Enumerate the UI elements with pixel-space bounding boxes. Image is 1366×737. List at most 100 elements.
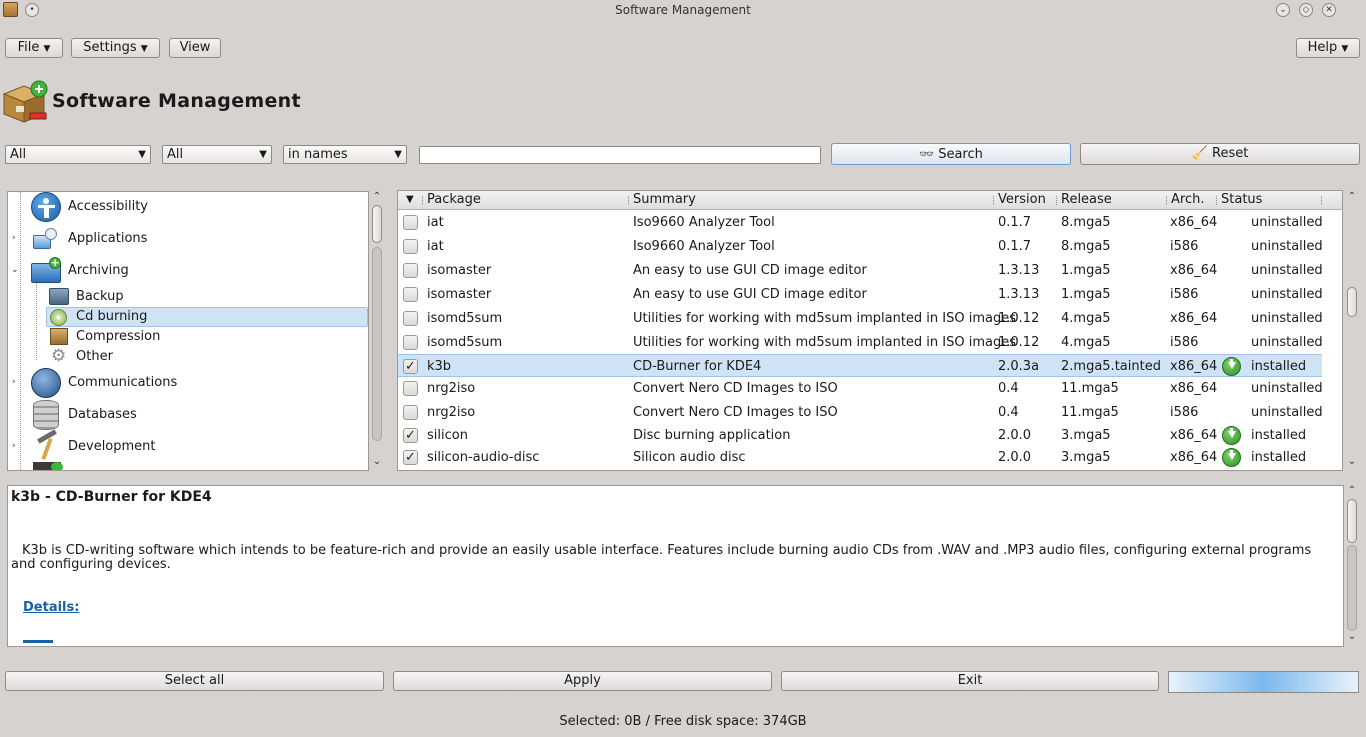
apply-button[interactable]: Apply (393, 671, 772, 691)
column-separator[interactable] (422, 196, 424, 205)
scroll-up-icon[interactable]: ⌃ (370, 191, 384, 202)
category-item-compression[interactable]: Compression (76, 327, 160, 347)
help-menu-button[interactable]: Help ▼ (1296, 38, 1360, 58)
collapse-arrow-icon[interactable]: ⌄ (11, 265, 19, 275)
column-separator[interactable] (628, 196, 630, 205)
reset-button[interactable]: 🧹 Reset (1080, 143, 1360, 165)
column-separator[interactable] (1166, 196, 1168, 205)
expand-arrow-icon[interactable]: › (12, 377, 16, 387)
table-row[interactable]: ✓ k3b CD-Burner for KDE4 2.0.3a 2.mga5.taint… (398, 354, 1322, 377)
column-header-package[interactable]: Package (427, 192, 481, 207)
package-table-scrollbar[interactable]: ⌃ ⌄ (1345, 191, 1359, 471)
description-scrollbar[interactable]: ⌃ ⌄ (1345, 485, 1359, 647)
column-separator[interactable] (1216, 196, 1218, 205)
unchecked-checkbox[interactable] (403, 215, 418, 230)
table-row[interactable]: nrg2iso Convert Nero CD Images to ISO 0.4 1… (398, 401, 1323, 424)
column-header-summary[interactable]: Summary (633, 192, 696, 207)
maximize-button[interactable]: ◇ (1299, 3, 1313, 17)
search-mode-select[interactable]: in names ▼ (283, 145, 407, 164)
cell-summary: CD-Burner for KDE4 (633, 359, 762, 374)
expand-arrow-icon[interactable]: › (12, 441, 16, 451)
table-row[interactable]: nrg2iso Convert Nero CD Images to ISO 0.4 1… (398, 377, 1323, 400)
unchecked-checkbox[interactable] (403, 335, 418, 350)
cell-release: 4.mga5 (1061, 335, 1111, 350)
scrollbar-thumb[interactable] (372, 205, 382, 243)
category-item-applications[interactable]: Applications (68, 229, 147, 249)
scroll-up-icon[interactable]: ⌃ (1345, 191, 1359, 202)
minimize-button[interactable]: ⌄ (1276, 3, 1290, 17)
unchecked-checkbox[interactable] (403, 381, 418, 396)
scrollbar-track[interactable] (372, 247, 382, 441)
column-separator[interactable] (993, 196, 995, 205)
communications-icon (31, 368, 61, 398)
search-button[interactable]: 👓 Search (831, 143, 1071, 165)
category-label: Cd burning (76, 309, 148, 324)
category-tree-scrollbar[interactable]: ⌃ ⌄ (370, 191, 384, 471)
table-row[interactable]: isomd5sum Utilities for working with md5s… (398, 331, 1323, 354)
column-header-release[interactable]: Release (1061, 192, 1112, 207)
scroll-down-icon[interactable]: ⌄ (1345, 631, 1359, 642)
category-item-archiving[interactable]: Archiving (68, 261, 129, 281)
unchecked-checkbox[interactable] (403, 287, 418, 302)
scroll-up-icon[interactable]: ⌃ (1345, 485, 1359, 496)
installed-download-icon (1222, 448, 1241, 467)
category-item-databases[interactable]: Databases (68, 405, 137, 425)
table-row[interactable]: iat Iso9660 Analyzer Tool 0.1.7 8.mga5 x86_6… (398, 211, 1323, 234)
cell-version: 0.1.7 (998, 215, 1032, 230)
table-row[interactable]: ✓ silicon-audio-disc Silicon audio disc 2.0… (398, 446, 1322, 469)
view-menu-button[interactable]: View (169, 38, 221, 58)
checked-checkbox[interactable]: ✓ (403, 359, 418, 374)
table-row[interactable]: isomaster An easy to use GUI CD image edi… (398, 283, 1323, 306)
category-label: Applications (68, 231, 148, 246)
file-menu-button[interactable]: File ▼ (5, 38, 63, 58)
cell-package: silicon-audio-disc (427, 450, 540, 465)
select-column-menu-icon[interactable]: ▼ (406, 194, 414, 205)
cell-package: nrg2iso (427, 405, 476, 420)
select-all-button[interactable]: Select all (5, 671, 384, 691)
column-header-arch[interactable]: Arch. (1171, 192, 1204, 207)
category-item-communications[interactable]: Communications (68, 373, 177, 393)
unchecked-checkbox[interactable] (403, 311, 418, 326)
unchecked-checkbox[interactable] (403, 239, 418, 254)
column-header-version[interactable]: Version (998, 192, 1046, 207)
settings-menu-button[interactable]: Settings ▼ (71, 38, 160, 58)
exit-label: Exit (957, 673, 983, 688)
exit-button[interactable]: Exit (781, 671, 1159, 691)
column-separator[interactable] (1056, 196, 1058, 205)
search-input[interactable] (419, 146, 821, 164)
scroll-down-icon[interactable]: ⌄ (1345, 456, 1359, 467)
category-item-backup[interactable]: Backup (76, 287, 124, 307)
filter-status-select[interactable]: All ▼ (162, 145, 272, 164)
scrollbar-thumb[interactable] (1347, 499, 1357, 543)
column-separator[interactable] (1321, 196, 1323, 205)
category-item-accessibility[interactable]: Accessibility (68, 197, 148, 217)
details-link[interactable]: Details: (23, 600, 79, 615)
category-item-cd-burning[interactable]: Cd burning (76, 307, 147, 327)
cell-package: k3b (427, 359, 452, 374)
cd-burning-icon (50, 309, 67, 326)
checked-checkbox[interactable]: ✓ (403, 450, 418, 465)
cell-arch: i586 (1170, 335, 1199, 350)
category-tree[interactable]: Accessibility › Applications ⌄ + Archivi… (7, 191, 369, 471)
expand-arrow-icon[interactable]: › (12, 233, 16, 243)
status-bar-text: Selected: 0B / Free disk space: 374GB (559, 714, 807, 729)
table-row[interactable]: isomaster An easy to use GUI CD image edi… (398, 259, 1323, 282)
filter-category-select[interactable]: All ▼ (5, 145, 151, 164)
chevron-down-icon: ▼ (394, 149, 402, 160)
table-row[interactable]: isomd5sum Utilities for working with md5s… (398, 307, 1323, 330)
scrollbar-track[interactable] (1347, 545, 1357, 631)
table-row[interactable]: iat Iso9660 Analyzer Tool 0.1.7 8.mga5 i586 u… (398, 235, 1323, 258)
category-item-other[interactable]: Other (76, 347, 113, 367)
scroll-down-icon[interactable]: ⌄ (370, 456, 384, 467)
category-item-development[interactable]: Development (68, 437, 156, 457)
view-menu-label: View (179, 40, 211, 55)
scrollbar-track[interactable] (1347, 203, 1357, 449)
close-button[interactable]: ✕ (1322, 3, 1336, 17)
scrollbar-thumb[interactable] (1347, 287, 1357, 317)
table-row[interactable]: ✓ silicon Disc burning application 2.0.0 3.m… (398, 424, 1322, 447)
column-header-status[interactable]: Status (1221, 192, 1262, 207)
category-label: Backup (76, 289, 124, 304)
checked-checkbox[interactable]: ✓ (403, 428, 418, 443)
unchecked-checkbox[interactable] (403, 405, 418, 420)
unchecked-checkbox[interactable] (403, 263, 418, 278)
